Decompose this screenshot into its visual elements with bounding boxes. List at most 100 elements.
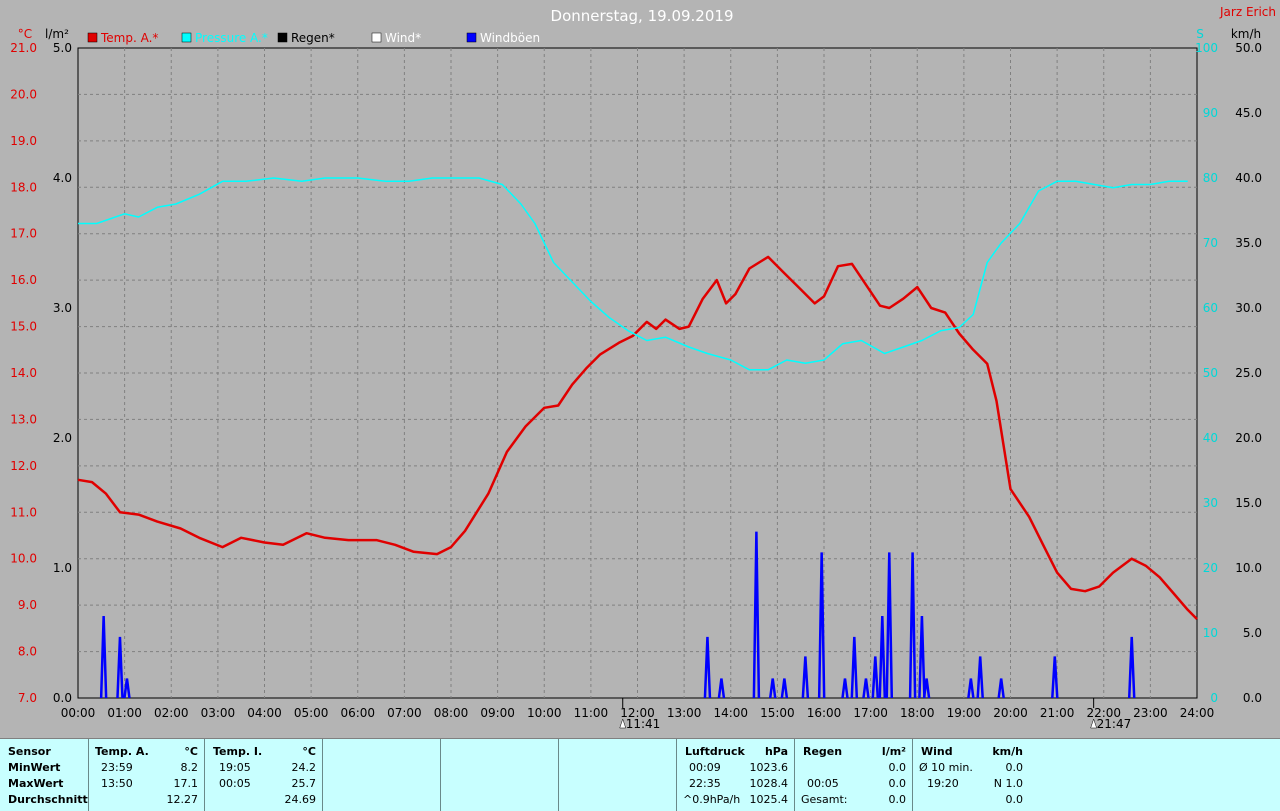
x-tick-11: 11:00 bbox=[574, 706, 609, 720]
rain-header: Regen bbox=[803, 745, 843, 758]
pressure-tick-2: 80 bbox=[1203, 171, 1218, 185]
stats-col-wind: Wind km/h Ø 10 min. 0.0 19:20 N 1.0 0.0 bbox=[913, 739, 1031, 811]
wind-tick-7: 15.0 bbox=[1235, 496, 1262, 510]
x-tick-18: 18:00 bbox=[900, 706, 935, 720]
temp-a-max-time: 13:50 bbox=[101, 777, 133, 790]
row-label-avg: Durchschnitt bbox=[8, 793, 88, 806]
wind-tick-8: 10.0 bbox=[1235, 561, 1262, 575]
pressure-tick-10: 0 bbox=[1210, 691, 1218, 705]
temp-a-min-value: 8.2 bbox=[180, 761, 199, 774]
rain-unit: l/m² bbox=[881, 745, 906, 758]
temp-tick-10: 11.0 bbox=[10, 505, 37, 519]
x-tick-15: 15:00 bbox=[760, 706, 795, 720]
rain-row0-value: 0.0 bbox=[888, 761, 907, 774]
pressure-min-value: 1023.6 bbox=[749, 761, 789, 774]
author-label: Jarz Erich bbox=[1219, 5, 1276, 19]
x-tick-14: 14:00 bbox=[713, 706, 748, 720]
rain-tick-5: 0.0 bbox=[53, 691, 72, 705]
temp-a-header: Temp. A. bbox=[95, 745, 149, 758]
row-label-max: MaxWert bbox=[8, 777, 64, 790]
temp-tick-4: 17.0 bbox=[10, 227, 37, 241]
pressure-unit: hPa bbox=[764, 745, 788, 758]
temp-i-min-value: 24.2 bbox=[291, 761, 317, 774]
x-tick-20: 20:00 bbox=[993, 706, 1028, 720]
rain-unit-label: l/m² bbox=[45, 27, 69, 41]
x-tick-21: 21:00 bbox=[1040, 706, 1075, 720]
legend-label-1: Pressure A.* bbox=[195, 31, 268, 45]
wind-tick-10: 0.0 bbox=[1243, 691, 1262, 705]
pressure-max-time: 22:35 bbox=[689, 777, 721, 790]
temp-tick-2: 19.0 bbox=[10, 134, 37, 148]
pressure-trend: ^0.9hPa/h bbox=[683, 793, 741, 806]
stats-col-empty-3 bbox=[559, 739, 677, 811]
temp-i-avg-value: 24.69 bbox=[284, 793, 317, 806]
rain-max-value: 0.0 bbox=[888, 777, 907, 790]
temp-tick-5: 16.0 bbox=[10, 273, 37, 287]
chart-title: Donnerstag, 19.09.2019 bbox=[551, 7, 734, 25]
temp-tick-8: 13.0 bbox=[10, 412, 37, 426]
stats-col-sensor: Sensor MinWert MaxWert Durchschnitt bbox=[0, 739, 89, 811]
sensor-header: Sensor bbox=[8, 745, 51, 758]
x-tick-5: 05:00 bbox=[294, 706, 329, 720]
temp-tick-0: 21.0 bbox=[10, 41, 37, 55]
legend-swatch-3 bbox=[371, 32, 382, 43]
temp-tick-1: 20.0 bbox=[10, 87, 37, 101]
legend-swatch-1 bbox=[181, 32, 192, 43]
temp-tick-14: 7.0 bbox=[18, 691, 37, 705]
x-tick-4: 04:00 bbox=[247, 706, 282, 720]
pressure-min-time: 00:09 bbox=[689, 761, 721, 774]
pressure-tick-4: 60 bbox=[1203, 301, 1218, 315]
pressure-tick-9: 10 bbox=[1203, 626, 1218, 640]
pressure-avg-value: 1025.4 bbox=[749, 793, 789, 806]
stats-col-pressure: Luftdruck hPa 00:09 1023.6 22:35 1028.4 … bbox=[677, 739, 795, 811]
temp-i-max-value: 25.7 bbox=[291, 777, 317, 790]
rain-tick-1: 4.0 bbox=[53, 171, 72, 185]
x-tick-24: 24:00 bbox=[1180, 706, 1215, 720]
wind-tick-6: 20.0 bbox=[1235, 431, 1262, 445]
wind-tick-5: 25.0 bbox=[1235, 366, 1262, 380]
pressure-tick-8: 20 bbox=[1203, 561, 1218, 575]
temp-tick-12: 9.0 bbox=[18, 598, 37, 612]
legend-swatch-4 bbox=[466, 32, 477, 43]
wind-tick-9: 5.0 bbox=[1243, 626, 1262, 640]
x-tick-17: 17:00 bbox=[853, 706, 888, 720]
pressure-header: Luftdruck bbox=[685, 745, 745, 758]
temp-tick-11: 10.0 bbox=[10, 552, 37, 566]
pressure-tick-3: 70 bbox=[1203, 236, 1218, 250]
wind-tick-2: 40.0 bbox=[1235, 171, 1262, 185]
temp-tick-13: 8.0 bbox=[18, 645, 37, 659]
x-tick-0: 00:00 bbox=[61, 706, 96, 720]
wind-tick-4: 30.0 bbox=[1235, 301, 1262, 315]
wind-tick-0: 50.0 bbox=[1235, 41, 1262, 55]
x-tick-9: 09:00 bbox=[480, 706, 515, 720]
wind-header: Wind bbox=[921, 745, 953, 758]
stats-col-temp-i: Temp. I. °C 19:05 24.2 00:05 25.7 24.69 bbox=[205, 739, 323, 811]
wind-unit: km/h bbox=[992, 745, 1023, 758]
pressure-tick-1: 90 bbox=[1203, 106, 1218, 120]
wind-tick-1: 45.0 bbox=[1235, 106, 1262, 120]
rain-tick-3: 2.0 bbox=[53, 431, 72, 445]
temp-a-avg-value: 12.27 bbox=[166, 793, 199, 806]
temp-a-min-time: 23:59 bbox=[101, 761, 133, 774]
temp-unit-label: °C bbox=[18, 27, 32, 41]
pressure-tick-5: 50 bbox=[1203, 366, 1218, 380]
x-tick-2: 02:00 bbox=[154, 706, 189, 720]
temp-i-max-time: 00:05 bbox=[219, 777, 251, 790]
x-tick-1: 01:00 bbox=[107, 706, 142, 720]
temp-i-unit: °C bbox=[302, 745, 316, 758]
x-tick-7: 07:00 bbox=[387, 706, 422, 720]
rain-tick-2: 3.0 bbox=[53, 301, 72, 315]
temp-tick-7: 14.0 bbox=[10, 366, 37, 380]
pressure-tick-6: 40 bbox=[1203, 431, 1218, 445]
legend-label-2: Regen* bbox=[291, 31, 335, 45]
wind-avg-label: Ø 10 min. bbox=[919, 761, 973, 774]
marker-label-0: 11:41 bbox=[626, 717, 661, 731]
pressure-unit-label: S bbox=[1196, 27, 1204, 41]
temp-a-unit: °C bbox=[184, 745, 198, 758]
temp-a-max-value: 17.1 bbox=[173, 777, 199, 790]
stats-panel: Sensor MinWert MaxWert Durchschnitt Temp… bbox=[0, 738, 1280, 811]
weather-chart: Donnerstag, 19.09.2019 Jarz Erich °C l/m… bbox=[0, 0, 1280, 738]
rain-tick-0: 5.0 bbox=[53, 41, 72, 55]
x-tick-16: 16:00 bbox=[807, 706, 842, 720]
temp-tick-3: 18.0 bbox=[10, 180, 37, 194]
